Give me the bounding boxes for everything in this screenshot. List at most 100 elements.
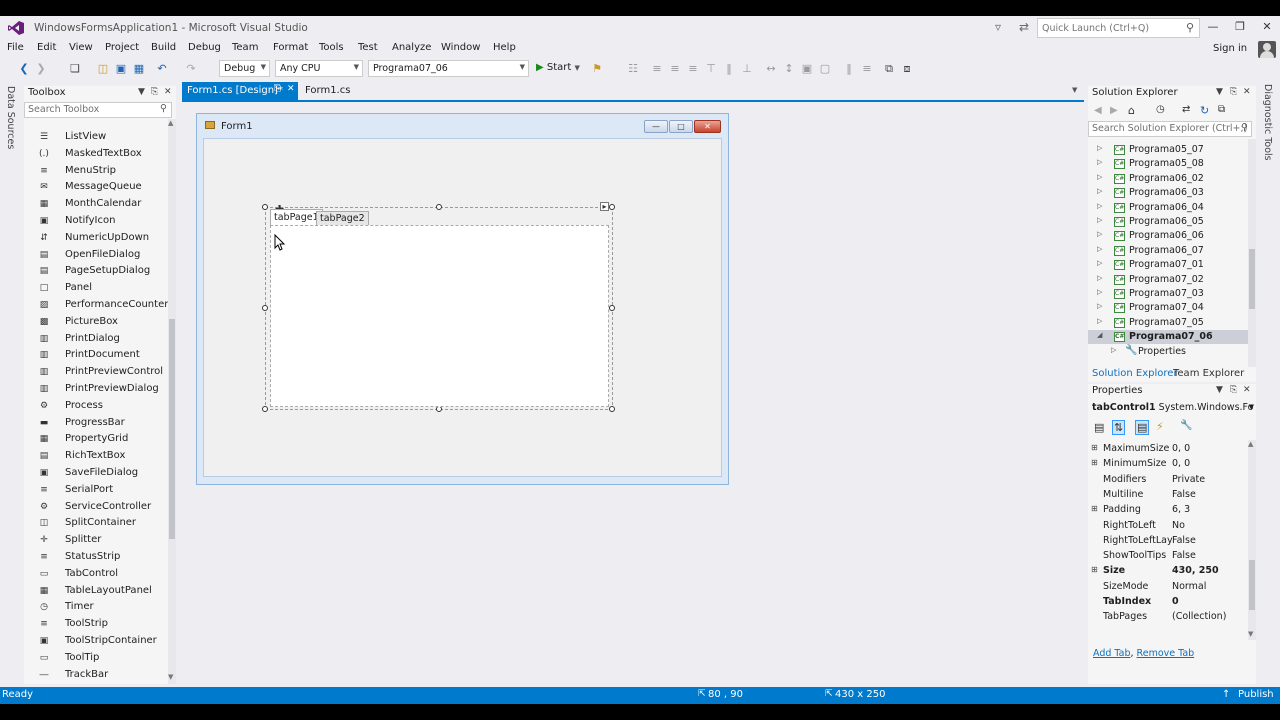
menu-analyze[interactable]: Analyze — [392, 42, 431, 53]
refresh-icon[interactable]: ↻ — [1200, 104, 1209, 117]
property-row-minimumsize[interactable]: ⊞ MinimumSize 0, 0 — [1088, 457, 1246, 472]
dropdown-icon[interactable]: ▼ — [138, 87, 145, 97]
find-in-files-icon[interactable]: ⚑ — [590, 62, 604, 76]
toolbox-scroll-thumb[interactable] — [169, 319, 175, 539]
tree-item-programa06_07[interactable]: ▷ C# Programa06_07 — [1088, 244, 1248, 258]
property-value[interactable]: False — [1172, 535, 1196, 546]
pin-icon[interactable]: ⎘ — [1230, 87, 1237, 97]
tree-item-programa07_04[interactable]: ▷ C# Programa07_04 — [1088, 301, 1248, 315]
tab-solution-explorer[interactable]: Solution Explorer — [1092, 368, 1178, 379]
quick-launch-box[interactable]: ⚲ — [1037, 18, 1200, 38]
save-icon[interactable]: ▣ — [114, 62, 128, 76]
property-row-padding[interactable]: ⊞ Padding 6, 3 — [1088, 503, 1246, 518]
make-same-width-icon[interactable]: ↔ — [764, 62, 778, 76]
toolbox-item-serialport[interactable]: ≡ SerialPort — [24, 482, 168, 499]
minimize-button[interactable]: — — [1200, 18, 1226, 36]
categorized-icon[interactable]: ▤ — [1094, 421, 1104, 434]
open-folder-icon[interactable]: ◫ — [96, 62, 110, 76]
send-to-back-icon[interactable]: ⧈ — [900, 62, 914, 76]
tree-item-properties[interactable]: ▷ 🔧 Properties — [1088, 345, 1248, 359]
search-icon[interactable]: ⚲ — [1241, 122, 1248, 133]
menu-project[interactable]: Project — [105, 42, 139, 53]
scroll-up-icon[interactable]: ▲ — [168, 119, 173, 127]
property-value[interactable]: 0 — [1172, 596, 1179, 607]
resize-handle-se[interactable] — [609, 406, 615, 412]
tab-form1-code[interactable]: Form1.cs — [300, 82, 355, 100]
menu-format[interactable]: Format — [273, 42, 308, 53]
tab-form1-design[interactable]: Form1.cs [Design]* ⎘ ✕ — [182, 82, 298, 100]
search-icon[interactable]: ⚲ — [1186, 21, 1194, 34]
home-icon[interactable]: ⌂ — [1128, 104, 1135, 117]
align-centers-icon[interactable]: ≡ — [668, 62, 682, 76]
tree-item-programa05_07[interactable]: ▷ C# Programa05_07 — [1088, 143, 1248, 157]
expand-icon[interactable]: ▷ — [1097, 202, 1102, 210]
tree-item-programa06_02[interactable]: ▷ C# Programa06_02 — [1088, 172, 1248, 186]
dropdown-icon[interactable]: ▼ — [1216, 87, 1223, 97]
new-project-icon[interactable]: ❏ — [68, 62, 82, 76]
align-tops-icon[interactable]: ⊤ — [704, 62, 718, 76]
toolbox-item-propertygrid[interactable]: ▦ PropertyGrid — [24, 431, 168, 448]
close-button[interactable]: ✕ — [1254, 18, 1280, 36]
toolbox-item-savefiledialog[interactable]: ▣ SaveFileDialog — [24, 465, 168, 482]
add-tab-link[interactable]: Add Tab — [1093, 648, 1131, 659]
toolbox-item-printdialog[interactable]: ▥ PrintDialog — [24, 331, 168, 348]
toolbox-item-process[interactable]: ⚙ Process — [24, 398, 168, 415]
menu-file[interactable]: File — [7, 42, 24, 53]
toolbox-item-pagesetupdialog[interactable]: ▤ PageSetupDialog — [24, 263, 168, 280]
redo-icon[interactable]: ↷ — [184, 62, 198, 76]
toolbox-item-tabcontrol[interactable]: ▭ TabControl — [24, 566, 168, 583]
collapse-all-icon[interactable]: ⧉ — [1218, 104, 1225, 115]
properties-view-icon[interactable]: ▤ — [1135, 420, 1150, 435]
close-icon[interactable]: ✕ — [287, 84, 295, 94]
expand-icon[interactable]: ▷ — [1097, 317, 1102, 325]
toolbox-item-numericupdown[interactable]: ⇵ NumericUpDown — [24, 230, 168, 247]
pin-icon[interactable]: ⎘ — [274, 84, 281, 94]
menu-window[interactable]: Window — [441, 42, 480, 53]
toolbox-item-tooltip[interactable]: ▭ ToolTip — [24, 650, 168, 667]
forward-icon[interactable]: ▶ — [1110, 105, 1118, 116]
expand-icon[interactable]: ▷ — [1097, 230, 1102, 238]
solution-scroll-thumb[interactable] — [1249, 249, 1255, 309]
tree-item-programa06_06[interactable]: ▷ C# Programa06_06 — [1088, 229, 1248, 243]
alphabetical-icon[interactable]: ⇅ — [1112, 420, 1126, 435]
toolbox-item-performancecounter[interactable]: ▨ PerformanceCounter — [24, 297, 168, 314]
quick-launch-input[interactable] — [1038, 19, 1178, 37]
expand-icon[interactable]: ▷ — [1097, 302, 1102, 310]
tab-page-1-header[interactable]: tabPage1 — [270, 209, 323, 225]
property-row-righttoleftlay[interactable]: RightToLeftLay False — [1088, 534, 1246, 549]
toolbox-item-printdocument[interactable]: ▥ PrintDocument — [24, 347, 168, 364]
expand-icon[interactable]: ▷ — [1097, 245, 1102, 253]
property-row-modifiers[interactable]: Modifiers Private — [1088, 473, 1246, 488]
resize-handle-w[interactable] — [262, 305, 268, 311]
toolbox-item-timer[interactable]: ◷ Timer — [24, 599, 168, 616]
publish-icon[interactable]: ↑ — [1222, 689, 1230, 700]
solution-scrollbar[interactable] — [1248, 139, 1256, 367]
property-row-size[interactable]: ⊞ Size 430, 250 — [1088, 564, 1246, 579]
dropdown-icon[interactable]: ▼ — [1216, 385, 1223, 395]
bring-to-front-icon[interactable]: ⧉ — [882, 62, 896, 76]
toolbox-item-openfiledialog[interactable]: ▤ OpenFileDialog — [24, 247, 168, 264]
close-icon[interactable]: ✕ — [1243, 385, 1251, 395]
close-icon[interactable]: ✕ — [1243, 87, 1251, 97]
make-same-height-icon[interactable]: ↕ — [782, 62, 796, 76]
tree-item-programa07_06[interactable]: ◢ C# Programa07_06 — [1088, 330, 1248, 345]
make-same-size-icon[interactable]: ▢ — [818, 62, 832, 76]
property-row-sizemode[interactable]: SizeMode Normal — [1088, 580, 1246, 595]
property-value[interactable]: 6, 3 — [1172, 504, 1190, 515]
property-value[interactable]: 0, 0 — [1172, 458, 1190, 469]
collapse-icon[interactable]: ◢ — [1097, 331, 1102, 339]
expand-icon[interactable]: ⊞ — [1091, 458, 1098, 467]
resize-handle-sw[interactable] — [262, 406, 268, 412]
pin-icon[interactable]: ⎘ — [151, 87, 158, 97]
menu-debug[interactable]: Debug — [188, 42, 221, 53]
property-value[interactable]: Normal — [1172, 581, 1206, 592]
events-icon[interactable]: ⚡ — [1156, 420, 1164, 433]
expand-icon[interactable]: ⊞ — [1091, 443, 1098, 452]
sync-icon[interactable]: ◷ — [1156, 104, 1165, 115]
expand-icon[interactable]: ▷ — [1097, 259, 1102, 267]
toolbox-item-statusstrip[interactable]: ≡ StatusStrip — [24, 549, 168, 566]
sign-in-link[interactable]: Sign in — [1213, 43, 1247, 54]
save-all-icon[interactable]: ▦ — [132, 62, 146, 76]
align-bottoms-icon[interactable]: ⊥ — [740, 62, 754, 76]
vertical-spacing-icon[interactable]: ≡ — [860, 62, 874, 76]
